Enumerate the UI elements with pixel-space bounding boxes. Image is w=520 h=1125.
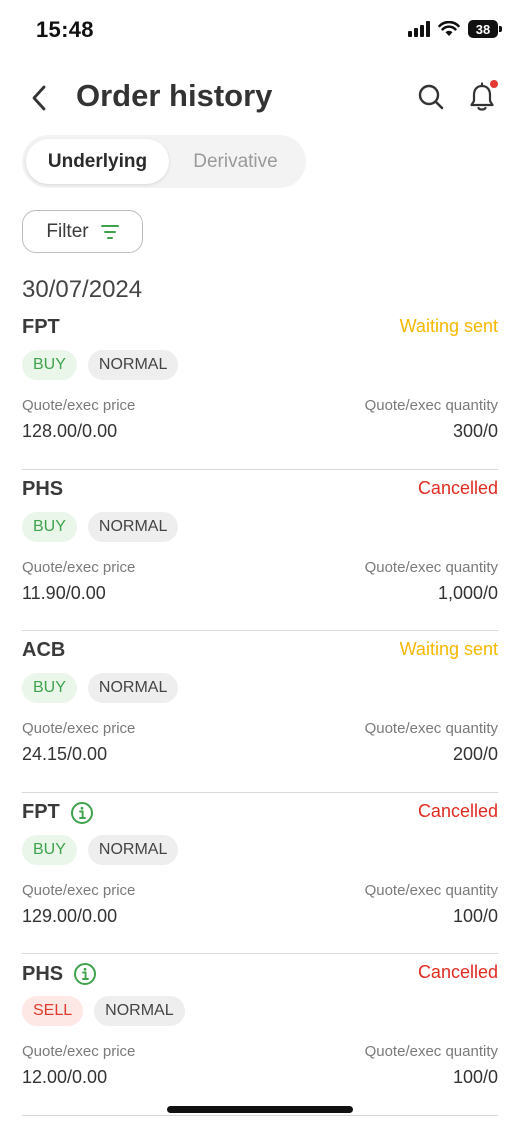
price-value: 128.00/0.00 bbox=[22, 421, 118, 441]
order-symbol-row: FPT bbox=[22, 316, 60, 339]
order-item[interactable]: ACB Waiting sent BUY NORMAL Quote/exec p… bbox=[22, 631, 498, 793]
notifications-button[interactable] bbox=[464, 78, 500, 116]
filter-label: Filter bbox=[46, 220, 89, 242]
quantity-label: Quote/exec quantity bbox=[364, 397, 498, 414]
side-badge: BUY bbox=[22, 673, 77, 703]
order-symbol-row: PHS bbox=[22, 478, 63, 501]
side-badge: BUY bbox=[22, 834, 77, 865]
quantity-label: Quote/exec quantity bbox=[364, 558, 498, 576]
order-status: Waiting sent bbox=[399, 639, 498, 659]
order-tags: SELL NORMAL bbox=[22, 996, 185, 1026]
segment-tabs: Underlying Derivative bbox=[22, 135, 306, 188]
price-value: 24.15/0.00 bbox=[22, 744, 108, 764]
order-symbol-row: PHS bbox=[22, 962, 97, 986]
order-type-badge: NORMAL bbox=[87, 673, 179, 703]
side-badge: BUY bbox=[22, 350, 77, 380]
order-item[interactable]: FPT Waiting sent BUY NORMAL Quote/exec p… bbox=[22, 308, 498, 470]
back-button[interactable] bbox=[22, 80, 56, 116]
quantity-value: 100/0 bbox=[452, 905, 498, 926]
header: Order history bbox=[0, 70, 520, 126]
order-item[interactable]: PHS Cancelled BUY NORMAL Quote/exec pric… bbox=[22, 470, 498, 631]
filter-button[interactable]: Filter bbox=[22, 210, 143, 253]
notification-dot bbox=[490, 80, 498, 88]
order-tags: BUY NORMAL bbox=[22, 673, 179, 703]
battery-level: 38 bbox=[475, 21, 491, 37]
status-icons: 38 bbox=[408, 20, 502, 38]
quantity-label: Quote/exec quantity bbox=[364, 1043, 498, 1060]
order-status: Cancelled bbox=[417, 800, 498, 821]
order-tags: BUY NORMAL bbox=[22, 350, 179, 380]
order-status: Cancelled bbox=[417, 477, 498, 498]
order-type-badge: NORMAL bbox=[87, 511, 179, 542]
order-symbol: FPT bbox=[22, 316, 60, 338]
search-button[interactable] bbox=[414, 80, 448, 114]
side-badge: BUY bbox=[22, 511, 77, 542]
order-status: Waiting sent bbox=[399, 316, 498, 336]
search-icon bbox=[418, 84, 444, 110]
signal-icon bbox=[408, 21, 430, 37]
tab-underlying[interactable]: Underlying bbox=[26, 139, 169, 184]
home-indicator[interactable] bbox=[167, 1106, 353, 1113]
quantity-value: 1,000/0 bbox=[437, 582, 498, 603]
order-symbol-row: FPT bbox=[22, 801, 94, 825]
quantity-value: 200/0 bbox=[452, 744, 498, 764]
date-heading: 30/07/2024 bbox=[22, 276, 143, 303]
order-symbol: FPT bbox=[22, 801, 60, 823]
quantity-label: Quote/exec quantity bbox=[364, 881, 498, 899]
order-status: Cancelled bbox=[417, 962, 498, 982]
order-symbol-row: ACB bbox=[22, 639, 65, 662]
order-tags: BUY NORMAL bbox=[22, 834, 179, 865]
price-value: 129.00/0.00 bbox=[22, 905, 118, 926]
order-type-badge: NORMAL bbox=[87, 350, 179, 380]
battery-icon: 38 bbox=[468, 20, 502, 38]
order-history-screen: 15:48 38 Order history Underlying Deriva… bbox=[0, 0, 520, 1125]
order-list: FPT Waiting sent BUY NORMAL Quote/exec p… bbox=[22, 308, 498, 1116]
price-label: Quote/exec price bbox=[22, 397, 136, 414]
order-tags: BUY NORMAL bbox=[22, 511, 179, 542]
status-time: 15:48 bbox=[36, 17, 94, 42]
price-label: Quote/exec price bbox=[22, 720, 136, 737]
quantity-value: 300/0 bbox=[452, 421, 498, 441]
price-label: Quote/exec price bbox=[22, 558, 136, 576]
order-symbol: PHS bbox=[22, 477, 64, 500]
price-label: Quote/exec price bbox=[22, 881, 136, 899]
tab-derivative[interactable]: Derivative bbox=[169, 139, 302, 184]
order-type-badge: NORMAL bbox=[87, 834, 179, 865]
price-value: 12.00/0.00 bbox=[22, 1067, 108, 1087]
order-item[interactable]: PHS Cancelled SELL NORMAL Quote/exec pri… bbox=[22, 954, 498, 1116]
info-icon[interactable] bbox=[70, 801, 94, 825]
order-type-badge: NORMAL bbox=[94, 996, 185, 1026]
price-label: Quote/exec price bbox=[22, 1043, 136, 1060]
wifi-icon bbox=[438, 21, 460, 36]
info-icon[interactable] bbox=[73, 962, 97, 986]
order-symbol: ACB bbox=[22, 639, 66, 661]
chevron-left-icon bbox=[32, 85, 46, 111]
order-item[interactable]: FPT Cancelled BUY NORMAL Quote/exec pric… bbox=[22, 793, 498, 954]
quantity-label: Quote/exec quantity bbox=[364, 720, 498, 737]
status-bar: 15:48 38 bbox=[0, 0, 520, 62]
quantity-value: 100/0 bbox=[452, 1067, 498, 1087]
filter-icon bbox=[100, 224, 119, 239]
price-value: 11.90/0.00 bbox=[22, 582, 106, 603]
order-symbol: PHS bbox=[22, 962, 64, 985]
side-badge: SELL bbox=[22, 996, 84, 1026]
page-title: Order history bbox=[76, 78, 273, 113]
